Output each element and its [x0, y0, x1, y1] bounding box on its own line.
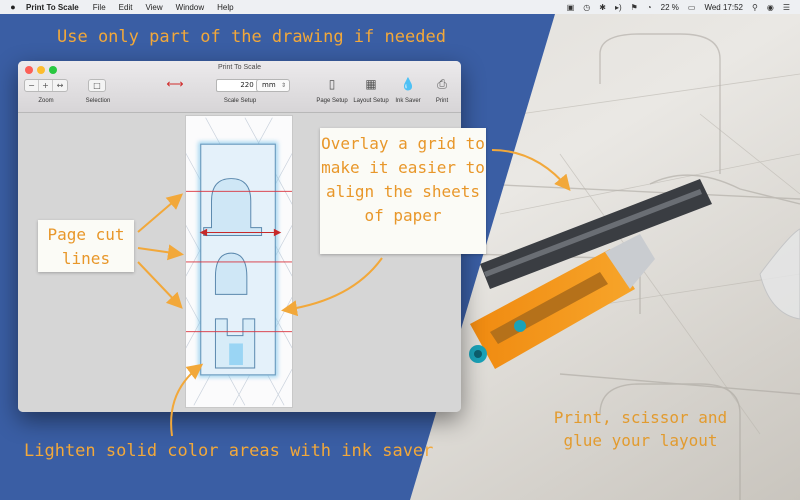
- ink-drops-icon[interactable]: 💧: [399, 77, 417, 91]
- ink-saver-label[interactable]: Ink Saver: [392, 98, 424, 104]
- unit-value: mm: [262, 81, 276, 89]
- apple-menu-icon[interactable]: ●: [0, 2, 26, 12]
- menu-help[interactable]: Help: [217, 3, 233, 12]
- window-title: Print To Scale: [217, 64, 262, 71]
- page-setup-icon[interactable]: ▯: [323, 77, 341, 91]
- callout-overlay-grid: Overlay a grid to make it easier to alig…: [320, 128, 486, 254]
- scale-arrow-icon: ⟷: [166, 77, 184, 91]
- menu-view[interactable]: View: [145, 3, 162, 12]
- unit-popup[interactable]: mm ⇕: [256, 79, 290, 92]
- menu-edit[interactable]: Edit: [119, 3, 133, 12]
- flag-icon[interactable]: ⚑: [631, 3, 638, 12]
- caption-top: Use only part of the drawing if needed: [57, 27, 446, 47]
- volume-icon[interactable]: ▸): [615, 3, 622, 12]
- search-icon[interactable]: ⚲: [752, 3, 758, 12]
- toolbar: Print To Scale − + ↔ Zoom □ Selection ⟷ …: [18, 61, 461, 113]
- zoom-control: − + ↔: [24, 79, 68, 92]
- battery-icon[interactable]: ▭: [688, 3, 696, 12]
- zoom-out-icon[interactable]: −: [25, 80, 39, 91]
- selection-button[interactable]: □: [88, 79, 106, 92]
- layout-setup-label[interactable]: Layout Setup: [350, 98, 392, 104]
- clock[interactable]: Wed 17:52: [704, 3, 743, 12]
- notification-center-icon[interactable]: ☰: [783, 3, 790, 12]
- wifi-icon[interactable]: ◔: [647, 3, 652, 12]
- caption-right: Print, scissor and glue your layout: [553, 408, 728, 450]
- caption-bottom: Lighten solid color areas with ink saver: [24, 441, 434, 461]
- print-preview-page[interactable]: [185, 115, 293, 408]
- scale-setup-label: Scale Setup: [223, 98, 257, 104]
- battery-percent[interactable]: 22 %: [661, 3, 679, 12]
- layout-grid-icon[interactable]: ▦: [362, 77, 380, 91]
- printer-icon[interactable]: ⎙: [433, 77, 451, 92]
- print-label[interactable]: Print: [428, 98, 456, 104]
- menu-bar: ● Print To Scale File Edit View Window H…: [0, 0, 800, 14]
- siri-icon[interactable]: ◉: [767, 3, 774, 12]
- screen-icon[interactable]: ▣: [567, 3, 575, 12]
- selection-label: Selection: [85, 98, 111, 104]
- timemachine-icon[interactable]: ◷: [583, 3, 590, 12]
- menu-file[interactable]: File: [93, 3, 106, 12]
- blueprint-drawing: [200, 143, 276, 376]
- chevron-updown-icon: ⇕: [280, 82, 286, 89]
- app-menu[interactable]: Print To Scale: [26, 3, 79, 12]
- zoom-label: Zoom: [38, 98, 54, 104]
- page-setup-label[interactable]: Page Setup: [312, 98, 352, 104]
- bluetooth-icon[interactable]: ✱: [599, 3, 606, 12]
- callout-page-cut-lines: Page cut lines: [38, 220, 134, 272]
- zoom-in-icon[interactable]: +: [39, 80, 53, 91]
- zoom-fit-icon[interactable]: ↔: [53, 80, 67, 91]
- menu-window[interactable]: Window: [176, 3, 204, 12]
